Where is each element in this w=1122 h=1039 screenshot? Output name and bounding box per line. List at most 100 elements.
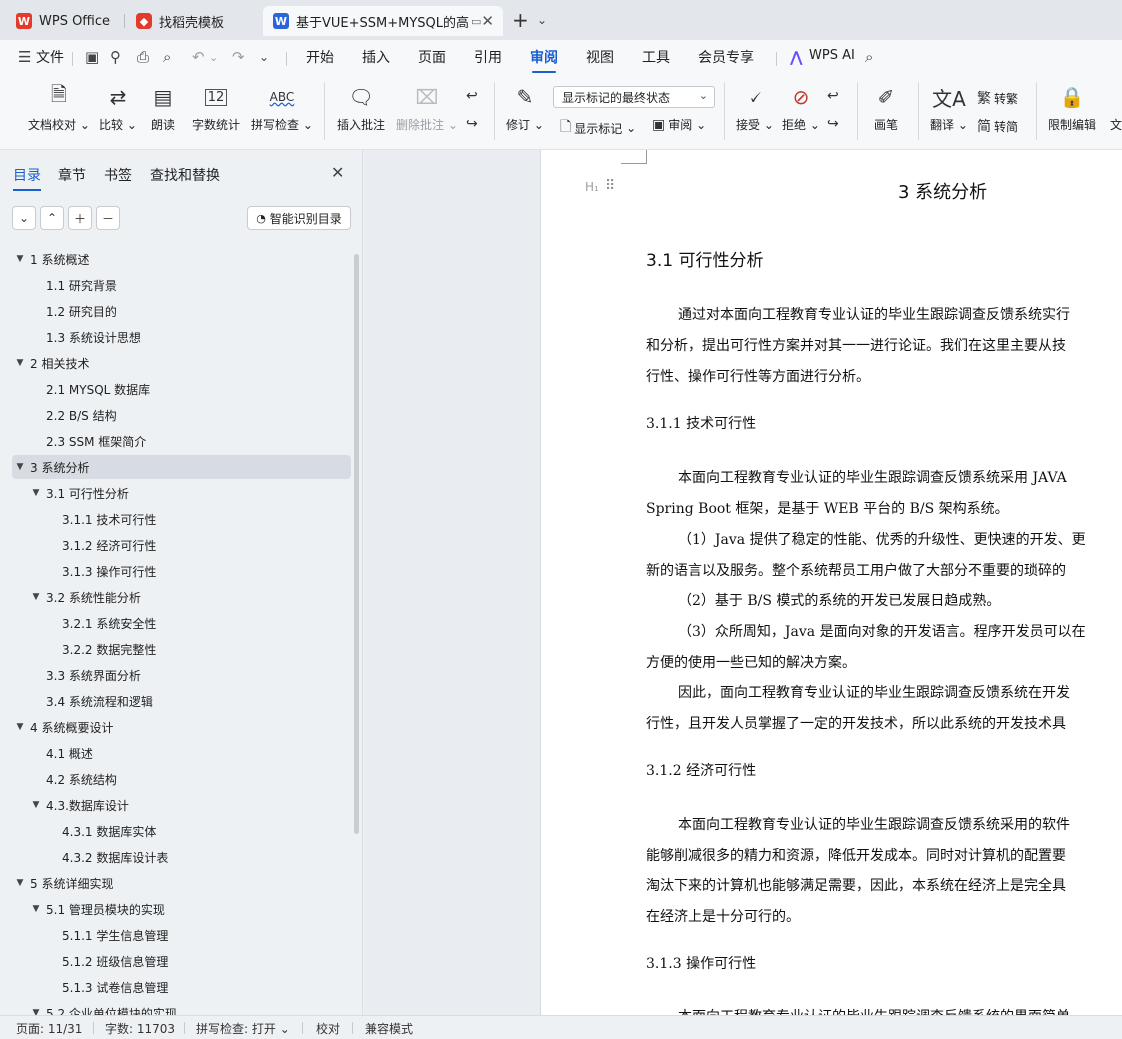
toc-item[interactable]: 3.1.2 经济可行性 — [12, 533, 351, 557]
read-aloud-button[interactable]: ▤ 朗读 — [151, 82, 175, 133]
expand-arrow-icon[interactable]: ▼ — [28, 488, 44, 498]
nav-scrollbar[interactable] — [354, 254, 359, 834]
nav-tab-chapters[interactable]: 章节 — [58, 165, 86, 185]
save-icon[interactable]: ▣ — [85, 48, 99, 66]
document-rights-button[interactable]: 文 — [1110, 82, 1122, 133]
toc-item[interactable]: 3.4 系统流程和逻辑 — [12, 689, 351, 713]
undo-dropdown-icon[interactable]: ⌄ — [209, 51, 218, 64]
search-icon[interactable]: ⌕ — [865, 48, 873, 66]
review-pane-button[interactable]: ▣ 审阅 ⌄ — [652, 116, 706, 133]
remove-heading-button[interactable]: － — [96, 206, 120, 230]
toc-item[interactable]: 1.1 研究背景 — [12, 273, 351, 297]
more-dropdown-icon[interactable]: ⌄ — [259, 50, 269, 64]
toc-item[interactable]: 3.1.1 技术可行性 — [12, 507, 351, 531]
page-indicator[interactable]: 页面: 11/31 — [16, 1020, 82, 1037]
toc-item[interactable]: ▼ 5.1 管理员模块的实现 — [12, 897, 351, 921]
expand-arrow-icon[interactable]: ▼ — [12, 878, 28, 888]
word-count-button[interactable]: 12 字数统计 — [192, 82, 240, 133]
to-traditional-button[interactable]: 繁转繁 — [977, 88, 1018, 108]
toc-item[interactable]: 3.2.2 数据完整性 — [12, 637, 351, 661]
reject-button[interactable]: ⊘ 拒绝 ⌄ — [782, 82, 820, 133]
toc-item[interactable]: 4.2 系统结构 — [12, 767, 351, 791]
collapse-button[interactable]: ⌄ — [12, 206, 36, 230]
expand-arrow-icon[interactable]: ▼ — [28, 1008, 44, 1015]
menu-insert[interactable]: 插入 — [362, 47, 390, 67]
menu-wps-ai[interactable]: WPS AI — [809, 48, 855, 63]
tab-wps-office[interactable]: W WPS Office — [6, 6, 122, 36]
toc-item[interactable]: 2.2 B/S 结构 — [12, 403, 351, 427]
toc-item[interactable]: ▼ 3 系统分析 — [12, 455, 351, 479]
tab-document[interactable]: W 基于VUE+SSM+MYSQL的高 ▭ ✕ — [263, 6, 503, 36]
menu-member[interactable]: 会员专享 — [698, 47, 754, 67]
pen-button[interactable]: ✐ 画笔 — [874, 82, 898, 133]
toc-item[interactable]: 1.3 系统设计思想 — [12, 325, 351, 349]
toc-item[interactable]: ▼ 5 系统详细实现 — [12, 871, 351, 895]
print-preview-icon[interactable]: ⌕ — [163, 48, 171, 66]
expand-arrow-icon[interactable]: ▼ — [28, 800, 44, 810]
next-comment-icon[interactable]: ↪ — [466, 116, 481, 132]
accept-button[interactable]: 🗸 接受 ⌄ — [736, 82, 774, 133]
document-page[interactable]: H₁ ⠿ 3 系统分析 3.1 可行性分析 通过对本面向工程教育专业认证的毕业生… — [540, 150, 1122, 1015]
toc-item[interactable]: ▼ 2 相关技术 — [12, 351, 351, 375]
toc-item[interactable]: 2.1 MYSQL 数据库 — [12, 377, 351, 401]
nav-tab-bookmarks[interactable]: 书签 — [104, 165, 132, 185]
markup-state-select[interactable]: 显示标记的最终状态 ⌄ — [553, 86, 715, 108]
toc-item[interactable]: 3.2.1 系统安全性 — [12, 611, 351, 635]
spell-check-status[interactable]: 拼写检查: 打开 ⌄ — [196, 1020, 290, 1037]
nav-tab-toc[interactable]: 目录 — [13, 165, 41, 191]
menu-home[interactable]: 开始 — [306, 47, 334, 67]
close-icon[interactable]: ✕ — [331, 163, 344, 182]
menu-lines-icon[interactable]: ☰ — [18, 48, 31, 66]
print-icon[interactable]: ⎙ — [137, 48, 149, 66]
smart-toc-button[interactable]: ◔ 智能识别目录 — [247, 206, 351, 230]
menu-page[interactable]: 页面 — [418, 47, 446, 67]
add-heading-button[interactable]: ＋ — [68, 206, 92, 230]
menu-file[interactable]: 文件 — [36, 47, 64, 67]
toc-item[interactable]: 1.2 研究目的 — [12, 299, 351, 323]
monitor-icon[interactable]: ▭ — [471, 15, 481, 28]
toc-item[interactable]: 3.3 系统界面分析 — [12, 663, 351, 687]
prev-comment-icon[interactable]: ↩ — [466, 88, 481, 104]
heading-level-icon[interactable]: H₁ — [585, 180, 599, 194]
wps-ai-icon[interactable]: ⋀ — [790, 48, 803, 66]
share-icon[interactable]: ⚲ — [110, 48, 121, 66]
chevron-down-icon[interactable]: ⌄ — [537, 13, 547, 27]
expand-arrow-icon[interactable]: ▼ — [12, 254, 28, 264]
expand-arrow-icon[interactable]: ▼ — [28, 592, 44, 602]
toc-item[interactable]: 4.1 概述 — [12, 741, 351, 765]
menu-review[interactable]: 审阅 — [530, 47, 558, 73]
delete-comment-button[interactable]: ⌧ 删除批注 ⌄ — [396, 82, 458, 133]
toc-item[interactable]: 4.3.1 数据库实体 — [12, 819, 351, 843]
close-tab-icon[interactable]: ✕ — [481, 12, 494, 30]
doc-proof-button[interactable]: 🗎 文档校对 ⌄ — [28, 82, 90, 133]
compare-button[interactable]: ⇄ 比较 ⌄ — [99, 82, 137, 133]
toc-item[interactable]: ▼ 4 系统概要设计 — [12, 715, 351, 739]
toc-item[interactable]: ▼ 5.2 企业单位模块的实现 — [12, 1001, 351, 1016]
menu-references[interactable]: 引用 — [474, 47, 502, 67]
proofread-status[interactable]: 校对 — [316, 1020, 340, 1037]
to-simplified-button[interactable]: 简转简 — [977, 116, 1018, 136]
expand-arrow-icon[interactable]: ▼ — [28, 904, 44, 914]
translate-button[interactable]: 文A 翻译 ⌄ — [930, 82, 968, 133]
word-count-indicator[interactable]: 字数: 11703 — [105, 1020, 175, 1037]
toc-item[interactable]: ▼ 4.3.数据库设计 — [12, 793, 351, 817]
nav-tab-find-replace[interactable]: 查找和替换 — [150, 165, 220, 185]
toc-item[interactable]: 5.1.2 班级信息管理 — [12, 949, 351, 973]
undo-icon[interactable]: ↶ — [192, 48, 205, 66]
track-changes-button[interactable]: ✎ 修订 ⌄ — [506, 82, 544, 133]
menu-tools[interactable]: 工具 — [642, 47, 670, 67]
toc-item[interactable]: 4.3.2 数据库设计表 — [12, 845, 351, 869]
redo-icon[interactable]: ↷ — [232, 48, 245, 66]
expand-arrow-icon[interactable]: ▼ — [12, 462, 28, 472]
toc-item[interactable]: ▼ 3.1 可行性分析 — [12, 481, 351, 505]
spell-check-button[interactable]: ABC 拼写检查 ⌄ — [251, 82, 313, 133]
expand-arrow-icon[interactable]: ▼ — [12, 722, 28, 732]
restrict-edit-button[interactable]: 🔒 限制编辑 — [1048, 82, 1096, 133]
drag-handle-icon[interactable]: ⠿ — [605, 178, 615, 194]
toc-item[interactable]: ▼ 1 系统概述 — [12, 247, 351, 271]
toc-item[interactable]: 2.3 SSM 框架简介 — [12, 429, 351, 453]
tab-template[interactable]: ◆ 找稻壳模板 — [126, 6, 260, 36]
expand-up-button[interactable]: ⌃ — [40, 206, 64, 230]
toc-item[interactable]: ▼ 3.2 系统性能分析 — [12, 585, 351, 609]
toc-item[interactable]: 5.1.3 试卷信息管理 — [12, 975, 351, 999]
